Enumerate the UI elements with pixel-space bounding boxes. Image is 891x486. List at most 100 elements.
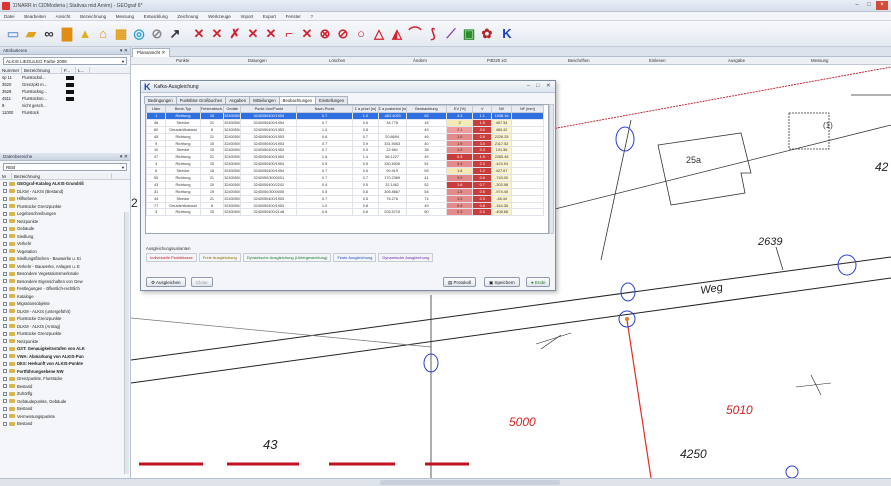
cross-icon[interactable]: ✕: [208, 25, 226, 43]
col-m[interactable]: M: [0, 173, 12, 179]
tree-item[interactable]: Flurstücke Grenzpunkte: [0, 315, 130, 323]
scissors-icon[interactable]: ✗: [226, 25, 244, 43]
tab-mitteilungen[interactable]: Mitteilungen: [249, 96, 280, 104]
tree-scrollbar[interactable]: [124, 212, 129, 474]
tree-checkbox[interactable]: [3, 399, 7, 404]
colbar-p3d[interactable]: P3D20 xG: [487, 58, 507, 63]
tab-beobachtungen[interactable]: Beobachtungen: [278, 96, 317, 104]
tree-item[interactable]: Besondere Vegetationsmerkmale: [0, 270, 130, 278]
tree-checkbox[interactable]: [3, 279, 7, 284]
tab-punktliste[interactable]: Punktliste Großbuchen: [175, 96, 227, 104]
pin-icon[interactable]: ▾ ✕: [120, 153, 128, 161]
tree-checkbox[interactable]: [3, 414, 7, 419]
colbar-messung[interactable]: Messung: [811, 58, 828, 63]
tree-item[interactable]: DES: Herkunft von ALKIS-Punkte: [0, 360, 130, 368]
cross-icon[interactable]: ✕: [190, 25, 208, 43]
tree-item[interactable]: Flurstücke Grenzpunkte: [0, 330, 130, 338]
tree-checkbox[interactable]: [3, 324, 7, 329]
cross-icon[interactable]: ✕: [298, 25, 316, 43]
minimize-icon[interactable]: –: [851, 1, 863, 10]
layer-row[interactable]: 3520 Grenzpkt m...: [0, 81, 130, 88]
tree-item[interactable]: Zuhörflg: [0, 390, 130, 398]
protokoll-button[interactable]: ▤ Protokoll: [443, 277, 477, 287]
polygon-icon[interactable]: ⌐: [280, 25, 298, 43]
arrow-icon[interactable]: ⊘: [148, 25, 166, 43]
menu-zeichnung[interactable]: Zeichnung: [177, 14, 198, 19]
observations-table[interactable]: Lfdnr Beob-Typ Fehlerabsch. Geräte Punkt-Von…: [145, 104, 549, 234]
tab-einstellungen[interactable]: Einstellungen: [315, 96, 349, 104]
grid-icon[interactable]: ▦: [112, 25, 130, 43]
tree-checkbox[interactable]: [3, 204, 7, 209]
tree-item[interactable]: Gebäude: [0, 225, 130, 233]
pin-icon[interactable]: ▾ ✕: [120, 47, 128, 55]
table-row[interactable]: 50Richtung213240050/30000053240050/30000…: [146, 174, 545, 182]
tree-checkbox[interactable]: [3, 346, 7, 351]
tree-item[interactable]: DLKM - ALKIS (Bestand): [0, 188, 130, 196]
tree-checkbox[interactable]: [3, 309, 7, 314]
close-icon[interactable]: ×: [876, 1, 888, 10]
save-icon[interactable]: ▇: [58, 25, 76, 43]
menu-ansicht[interactable]: Ansicht: [56, 14, 71, 19]
triangle-icon[interactable]: △: [370, 25, 388, 43]
tree-checkbox[interactable]: [3, 189, 7, 194]
table-row[interactable]: 46Strecke213240050/30000033240050400/195…: [146, 118, 545, 127]
horizontal-scrollbar[interactable]: [380, 480, 560, 485]
tree-item[interactable]: Hilfsebene: [0, 195, 130, 203]
table-column-header[interactable]: Σ a posteriori [m]: [377, 105, 407, 113]
tree-checkbox[interactable]: [3, 196, 7, 201]
tree-item[interactable]: Bestand: [0, 383, 130, 391]
tree-item[interactable]: Bestand: [0, 420, 130, 428]
menu-fenster[interactable]: Fenster: [286, 14, 301, 19]
ende-button[interactable]: ● Ende: [526, 277, 551, 287]
arrow-icon[interactable]: ↗: [166, 25, 184, 43]
table-row[interactable]: 4Richtung153240050/30000013240050400/195…: [146, 160, 545, 169]
table-row[interactable]: 6Strecke153240050/30000013240050400/1954…: [146, 167, 545, 176]
colbar-ausgabe[interactable]: Ausgabe: [728, 58, 745, 63]
tree-checkbox[interactable]: [3, 211, 7, 216]
tree-item[interactable]: Flurstücke Grenzpunkte: [0, 203, 130, 211]
tree-item[interactable]: Siedlungsflächen - Bauwerke u. Ei: [0, 255, 130, 263]
tree-checkbox[interactable]: [3, 219, 7, 224]
tree-item[interactable]: Bestand: [0, 405, 130, 413]
tree-item[interactable]: Siedlung: [0, 233, 130, 241]
colbar-aendern[interactable]: Ändern: [413, 58, 427, 63]
k-icon[interactable]: K: [498, 25, 516, 43]
tree-combo[interactable]: REB ▼: [3, 163, 127, 171]
circle-icon[interactable]: ⊘: [334, 25, 352, 43]
layer-row[interactable]: 3528 Flurstücksg...: [0, 88, 130, 95]
layer-row[interactable]: 11000 Flurstück: [0, 109, 130, 116]
tree-item[interactable]: Gebäudepunkte, Gebäude: [0, 398, 130, 406]
tree-checkbox[interactable]: [3, 241, 7, 246]
tree-checkbox[interactable]: [3, 421, 7, 426]
tree-checkbox[interactable]: [3, 369, 7, 374]
col-tree-bezeichnung[interactable]: Bezeichnung: [12, 173, 112, 179]
tab-angaben[interactable]: Angaben: [225, 96, 251, 104]
tree-checkbox[interactable]: [3, 264, 7, 269]
circle-icon[interactable]: ○: [352, 25, 370, 43]
table-column-header[interactable]: Lfdnr: [146, 105, 167, 113]
tree-checkbox[interactable]: [3, 256, 7, 261]
tree-item[interactable]: Netzpunkte: [0, 218, 130, 226]
menu-help[interactable]: ?: [311, 14, 314, 19]
menu-import[interactable]: Import: [240, 14, 253, 19]
table-column-header[interactable]: NV: [491, 105, 512, 113]
tree-checkbox[interactable]: [3, 226, 7, 231]
menu-bezeichnung[interactable]: Bezeichnung: [80, 14, 106, 19]
circle-icon[interactable]: ⊗: [316, 25, 334, 43]
paint-icon[interactable]: ✿: [478, 25, 496, 43]
table-row[interactable]: 43Richtung203240050/30000033240050400/22…: [146, 180, 545, 189]
tree-item[interactable]: Vermessungspunkte: [0, 413, 130, 421]
table-row[interactable]: 10Strecke153240050/30000013240050400/195…: [146, 146, 545, 155]
database-icon[interactable]: ▣: [460, 25, 478, 43]
tree-item[interactable]: Fortführungsebene NW: [0, 368, 130, 376]
paint-icon[interactable]: ⟋: [442, 25, 460, 43]
table-row[interactable]: 3Richtung153240050/30000013240050400/214…: [146, 208, 545, 217]
tree-checkbox[interactable]: [3, 361, 7, 366]
target-icon[interactable]: ◎: [130, 25, 148, 43]
layer-combo[interactable]: ALKIS LIEGULEG Farbe 2008 ▼: [3, 57, 127, 65]
table-scrollbar[interactable]: [549, 104, 554, 234]
minimize-icon[interactable]: –: [527, 83, 530, 89]
menu-export[interactable]: Export: [263, 14, 276, 19]
tree-item[interactable]: Vegetation: [0, 248, 130, 256]
menu-messung[interactable]: Messung: [116, 14, 134, 19]
